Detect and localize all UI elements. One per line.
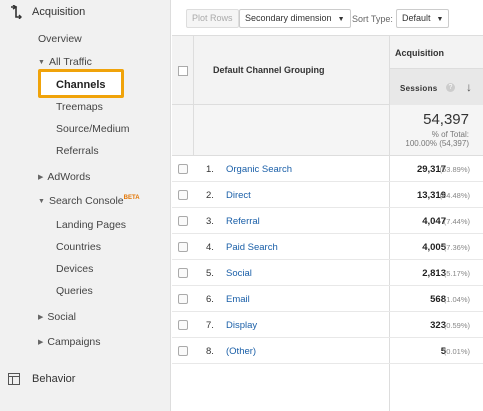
sessions-value: 4,005 xyxy=(422,242,446,253)
nav-adwords[interactable]: ▶ AdWords xyxy=(38,171,90,183)
acquisition-group-label: Acquisition xyxy=(395,48,444,58)
row-checkbox[interactable] xyxy=(178,242,188,252)
table-row: 6. Email 568 (1.04%) xyxy=(172,286,483,312)
channel-link[interactable]: Display xyxy=(226,320,257,331)
channel-link[interactable]: Paid Search xyxy=(226,242,278,253)
sessions-percent: (53.89%) xyxy=(439,165,470,174)
sessions-header-label: Sessions xyxy=(400,84,438,93)
sessions-percent: (24.48%) xyxy=(439,191,470,200)
secondary-dimension-label: Secondary dimension xyxy=(245,13,332,23)
collapsed-triangle-icon: ▶ xyxy=(38,174,44,181)
sort-type-dropdown[interactable]: Default ▼ xyxy=(396,9,450,28)
table-row: 7. Display 323 (0.59%) xyxy=(172,312,483,338)
nav-source-medium[interactable]: Source/Medium xyxy=(56,123,130,135)
row-checkbox[interactable] xyxy=(178,294,188,304)
sessions-percent: (1.04%) xyxy=(443,295,470,304)
row-index: 4. xyxy=(206,242,214,253)
secondary-dimension-dropdown[interactable]: Secondary dimension ▼ xyxy=(239,9,351,28)
acquisition-group-header: Acquisition xyxy=(390,36,483,69)
totals-row: 54,397 % of Total: 100.00% (54,397) xyxy=(172,105,483,156)
sidebar: Acquisition Overview ▼ All Traffic Channe… xyxy=(0,0,171,411)
total-sessions: 54,397 xyxy=(423,111,469,128)
beta-badge: BETA xyxy=(123,195,140,201)
row-checkbox[interactable] xyxy=(178,216,188,226)
table-row: 5. Social 2,813 (5.17%) xyxy=(172,260,483,286)
row-checkbox[interactable] xyxy=(178,164,188,174)
sessions-percent: (7.44%) xyxy=(443,217,470,226)
nav-landing-pages[interactable]: Landing Pages xyxy=(56,219,126,231)
sessions-column-header[interactable]: Sessions ? ↓ xyxy=(390,69,483,106)
channel-link[interactable]: Direct xyxy=(226,190,251,201)
row-index: 7. xyxy=(206,320,214,331)
column-divider xyxy=(193,35,194,156)
dimension-header: Default Channel Grouping xyxy=(213,65,325,75)
sessions-value: 4,047 xyxy=(422,216,446,227)
dropdown-caret-icon: ▼ xyxy=(436,16,444,23)
row-checkbox[interactable] xyxy=(178,268,188,278)
sessions-percent: (7.36%) xyxy=(443,243,470,252)
channel-link[interactable]: (Other) xyxy=(226,346,256,357)
table-toolbar: Plot Rows Secondary dimension ▼ Sort Type… xyxy=(172,0,483,36)
nav-social[interactable]: ▶ Social xyxy=(38,311,76,323)
total-pct: 100.00% (54,397) xyxy=(405,139,469,148)
nav-treemaps[interactable]: Treemaps xyxy=(56,101,103,113)
sessions-percent: (0.59%) xyxy=(443,321,470,330)
collapsed-triangle-icon: ▶ xyxy=(38,339,44,346)
row-index: 3. xyxy=(206,216,214,227)
nav-overview[interactable]: Overview xyxy=(38,33,82,45)
nav-social-label: Social xyxy=(47,311,76,323)
nav-channels[interactable]: Channels xyxy=(56,79,106,91)
dropdown-caret-icon: ▼ xyxy=(337,16,345,23)
nav-campaigns[interactable]: ▶ Campaigns xyxy=(38,336,101,348)
nav-search-console-label: Search Console xyxy=(48,195,124,207)
table-row: 4. Paid Search 4,005 (7.36%) xyxy=(172,234,483,260)
total-label: % of Total: xyxy=(431,130,469,139)
table-row: 2. Direct 13,319 (24.48%) xyxy=(172,182,483,208)
table-row: 1. Organic Search 29,317 (53.89%) xyxy=(172,156,483,182)
sort-type-value: Default xyxy=(402,13,431,23)
table-row: 8. (Other) 5 (0.01%) xyxy=(172,338,483,364)
nav-countries[interactable]: Countries xyxy=(56,241,101,253)
help-icon[interactable]: ? xyxy=(446,83,455,92)
behavior-icon xyxy=(8,373,20,385)
expanded-triangle-icon: ▼ xyxy=(38,59,45,66)
collapsed-triangle-icon: ▶ xyxy=(38,314,44,321)
row-index: 8. xyxy=(206,346,214,357)
sessions-percent: (0.01%) xyxy=(443,347,470,356)
plot-rows-button[interactable]: Plot Rows xyxy=(186,9,239,28)
sessions-percent: (5.17%) xyxy=(443,269,470,278)
row-index: 2. xyxy=(206,190,214,201)
expanded-triangle-icon: ▼ xyxy=(38,198,45,205)
nav-queries[interactable]: Queries xyxy=(56,285,93,297)
nav-adwords-label: AdWords xyxy=(47,171,91,183)
nav-all-traffic-label: All Traffic xyxy=(48,56,92,68)
sort-type-label: Sort Type: xyxy=(352,14,393,24)
sessions-value: 2,813 xyxy=(422,268,446,279)
channel-link[interactable]: Referral xyxy=(226,216,260,227)
table-header: Default Channel Grouping Acquisition Ses… xyxy=(172,35,483,106)
nav-all-traffic[interactable]: ▼ All Traffic xyxy=(38,56,92,68)
nav-search-console[interactable]: ▼ Search ConsoleBETA xyxy=(38,195,140,207)
total-percentage: % of Total: 100.00% (54,397) xyxy=(405,130,469,148)
nav-acquisition[interactable]: Acquisition xyxy=(32,6,85,18)
row-index: 5. xyxy=(206,268,214,279)
sort-descending-icon[interactable]: ↓ xyxy=(466,80,472,94)
table-row: 3. Referral 4,047 (7.44%) xyxy=(172,208,483,234)
nav-behavior[interactable]: Behavior xyxy=(32,373,75,385)
nav-devices[interactable]: Devices xyxy=(56,263,93,275)
row-index: 6. xyxy=(206,294,214,305)
row-checkbox[interactable] xyxy=(178,346,188,356)
select-all-checkbox[interactable] xyxy=(178,66,188,76)
channels-table: Default Channel Grouping Acquisition Ses… xyxy=(172,35,483,411)
row-index: 1. xyxy=(206,164,214,175)
nav-referrals[interactable]: Referrals xyxy=(56,145,99,157)
channel-link[interactable]: Organic Search xyxy=(226,164,292,175)
channel-link[interactable]: Social xyxy=(226,268,252,279)
channel-link[interactable]: Email xyxy=(226,294,250,305)
row-checkbox[interactable] xyxy=(178,190,188,200)
nav-campaigns-label: Campaigns xyxy=(47,336,101,348)
row-checkbox[interactable] xyxy=(178,320,188,330)
acquisition-icon xyxy=(11,5,22,19)
